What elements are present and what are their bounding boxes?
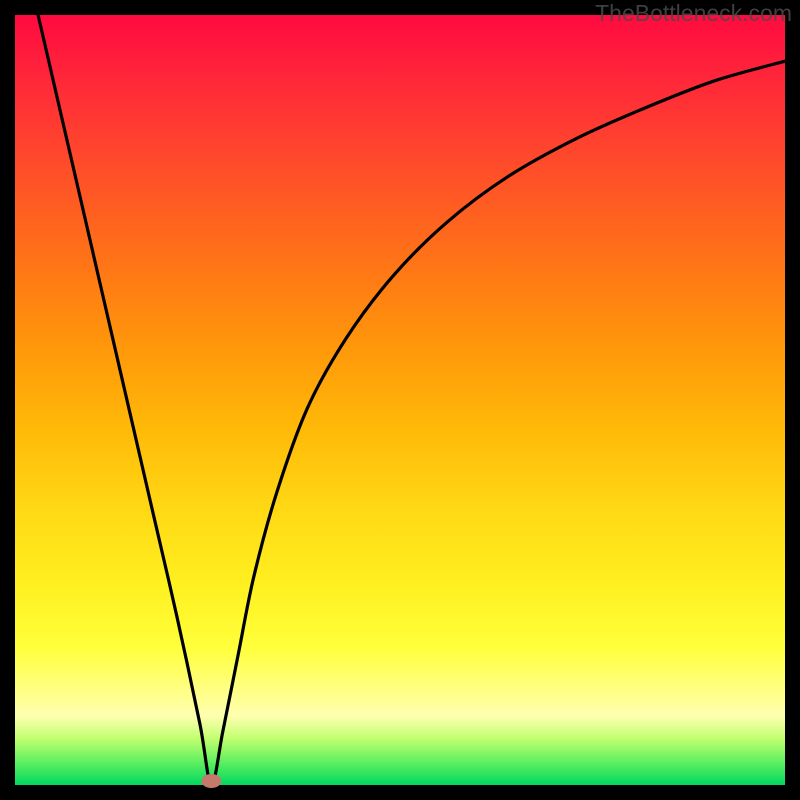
chart-svg xyxy=(15,15,785,785)
minimum-marker xyxy=(201,774,221,788)
chart-frame: TheBottleneck.com xyxy=(0,0,800,800)
chart-plot-area xyxy=(15,15,785,785)
watermark-text: TheBottleneck.com xyxy=(595,0,792,27)
bottleneck-curve-path xyxy=(38,15,785,785)
